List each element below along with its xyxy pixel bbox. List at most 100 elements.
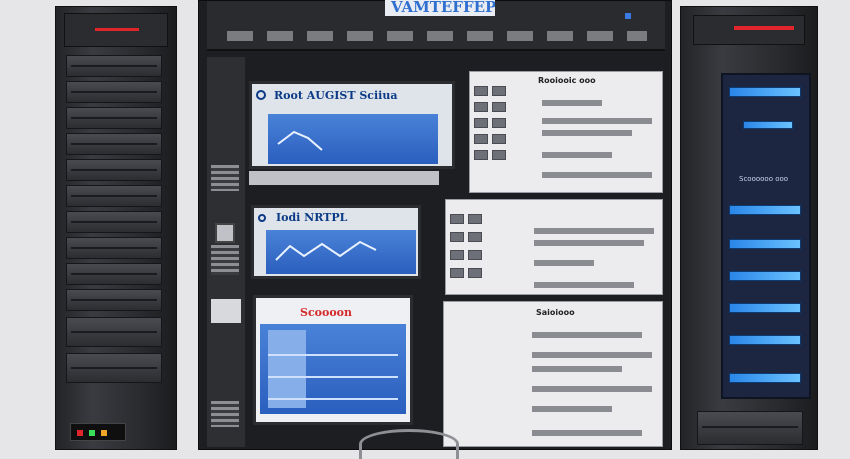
vent-grille bbox=[211, 165, 239, 191]
grid-key[interactable] bbox=[492, 86, 506, 96]
grid-key[interactable] bbox=[450, 250, 464, 260]
waveform-graph bbox=[275, 240, 377, 261]
table-row-line bbox=[268, 398, 398, 400]
window-content bbox=[268, 114, 438, 164]
level-bar bbox=[729, 239, 801, 249]
data-panel-2[interactable] bbox=[445, 199, 663, 295]
grid-key[interactable] bbox=[474, 86, 488, 96]
rack-header-unit: VAMTEFFEP bbox=[207, 0, 665, 51]
io-port-strip bbox=[227, 31, 647, 41]
drive-bay[interactable] bbox=[66, 317, 162, 347]
grid-key[interactable] bbox=[474, 118, 488, 128]
level-bar bbox=[729, 271, 801, 281]
red-indicator-strip bbox=[734, 26, 794, 30]
grid-key[interactable] bbox=[474, 134, 488, 144]
window-content bbox=[260, 324, 406, 414]
vent-grille bbox=[211, 245, 239, 275]
text-line bbox=[542, 118, 652, 124]
cable-loop bbox=[359, 429, 459, 459]
drive-bay[interactable] bbox=[66, 159, 162, 181]
text-line bbox=[534, 282, 634, 288]
text-line bbox=[534, 260, 594, 266]
right-server-tower: Scoooooo ooo bbox=[680, 6, 818, 450]
panel-header: Saioiooo bbox=[536, 308, 575, 317]
left-server-tower bbox=[55, 6, 177, 450]
display-header: Scoooooo ooo bbox=[739, 175, 789, 183]
level-bar bbox=[729, 87, 801, 97]
grid-key[interactable] bbox=[468, 250, 482, 260]
text-line bbox=[532, 430, 642, 436]
power-button[interactable] bbox=[215, 223, 235, 243]
drive-bay[interactable] bbox=[66, 211, 162, 233]
level-bar bbox=[729, 303, 801, 313]
amber-led-icon bbox=[101, 430, 107, 436]
text-line bbox=[532, 332, 642, 338]
level-bar bbox=[729, 335, 801, 345]
text-line bbox=[542, 100, 602, 106]
table-row-line bbox=[268, 354, 398, 356]
panel-header: Rooiooic ooo bbox=[538, 76, 596, 85]
drive-bay[interactable] bbox=[66, 185, 162, 207]
monitor-1-base bbox=[249, 171, 439, 185]
table-row-line bbox=[268, 376, 398, 378]
waveform-graph bbox=[277, 130, 323, 151]
text-line bbox=[532, 386, 652, 392]
drive-bay[interactable] bbox=[66, 107, 162, 129]
window-title: Root AUGIST Sciiua bbox=[274, 89, 398, 102]
monitor-2[interactable]: Iodi NRTPL bbox=[251, 205, 421, 279]
data-panel-3[interactable]: Saioiooo bbox=[443, 301, 663, 447]
grid-key[interactable] bbox=[450, 232, 464, 242]
window-title: Iodi NRTPL bbox=[276, 211, 348, 224]
key-grid bbox=[474, 82, 516, 186]
level-bar bbox=[729, 373, 801, 383]
status-display bbox=[70, 423, 126, 441]
drive-bay[interactable] bbox=[66, 289, 162, 311]
grid-key[interactable] bbox=[492, 118, 506, 128]
status-led-icon bbox=[625, 13, 631, 19]
tower-top-panel bbox=[64, 13, 168, 47]
drive-bay[interactable] bbox=[697, 411, 803, 445]
text-line bbox=[542, 152, 612, 158]
drive-bay[interactable] bbox=[66, 353, 162, 383]
text-line bbox=[542, 172, 652, 178]
rack-banner-title: VAMTEFFEP bbox=[385, 0, 495, 16]
key-grid bbox=[450, 210, 510, 290]
grid-key[interactable] bbox=[468, 214, 482, 224]
text-line bbox=[542, 130, 632, 136]
center-rack-cabinet: VAMTEFFEP Root AUGIST Sciiua Rooiooic oo… bbox=[198, 0, 672, 459]
grid-key[interactable] bbox=[492, 102, 506, 112]
bezel-column bbox=[207, 57, 245, 447]
text-line bbox=[532, 366, 622, 372]
data-panel-1[interactable]: Rooiooic ooo bbox=[469, 71, 663, 193]
text-line bbox=[532, 352, 652, 358]
text-line bbox=[534, 240, 644, 246]
grid-key[interactable] bbox=[492, 150, 506, 160]
text-line bbox=[534, 228, 654, 234]
tower-display[interactable]: Scoooooo ooo bbox=[721, 73, 811, 399]
red-indicator-strip bbox=[95, 28, 139, 31]
tower-top-panel bbox=[693, 15, 805, 45]
grid-key[interactable] bbox=[474, 102, 488, 112]
drive-bay[interactable] bbox=[66, 81, 162, 103]
grid-key[interactable] bbox=[492, 134, 506, 144]
media-slot[interactable] bbox=[211, 299, 241, 323]
table-column bbox=[268, 330, 306, 408]
page-root: { "rack": { "banner": "VAMTEFFEP", "scre… bbox=[0, 0, 850, 459]
grid-key[interactable] bbox=[450, 268, 464, 278]
monitor-1[interactable]: Root AUGIST Sciiua bbox=[249, 81, 455, 169]
vent-grille bbox=[211, 401, 239, 427]
grid-key[interactable] bbox=[450, 214, 464, 224]
grid-key[interactable] bbox=[474, 150, 488, 160]
drive-bay[interactable] bbox=[66, 55, 162, 77]
drive-bay[interactable] bbox=[66, 133, 162, 155]
text-line bbox=[532, 406, 612, 412]
level-bar bbox=[743, 121, 793, 129]
grid-key[interactable] bbox=[468, 268, 482, 278]
drive-bay[interactable] bbox=[66, 237, 162, 259]
drive-bay[interactable] bbox=[66, 263, 162, 285]
green-led-icon bbox=[89, 430, 95, 436]
monitor-3[interactable]: Scoooon bbox=[253, 295, 413, 425]
red-led-icon bbox=[77, 430, 83, 436]
window-content bbox=[266, 230, 416, 274]
grid-key[interactable] bbox=[468, 232, 482, 242]
